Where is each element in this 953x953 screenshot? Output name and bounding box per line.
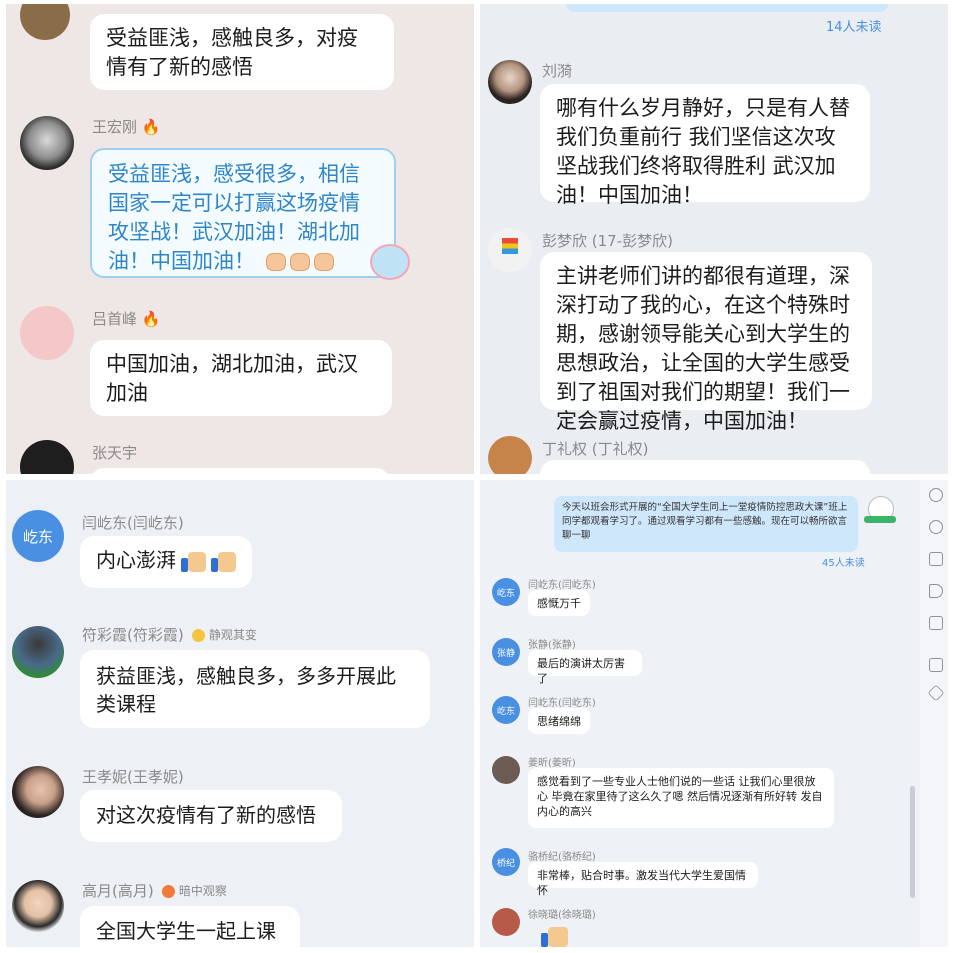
user-tag: 暗中观察	[178, 884, 227, 898]
message-bubble[interactable]: 主讲老师们讲的都很有道理，深深打动了我的心，在这个特殊时期，感谢领导能关心到大学…	[540, 252, 872, 433]
sender-name: 彭梦欣 (17-彭梦欣)	[542, 232, 673, 250]
message-bubble-highlighted[interactable]: 受益匪浅，感受很多，相信国家一定可以打赢这场疫情攻坚战！武汉加油！湖北加油！中国…	[90, 148, 396, 278]
sender-name: 符彩霞(符彩霞)	[82, 626, 184, 644]
avatar[interactable]	[20, 116, 74, 170]
sender-name: 王宏刚	[92, 118, 138, 136]
sender-name: 骆桥纪(骆桥纪)	[528, 852, 596, 863]
message-bubble[interactable]: 全国大学生一起上课	[80, 906, 300, 947]
fire-icon: 🔥	[141, 118, 161, 136]
user-tag: 静观其变	[208, 628, 257, 642]
sender-name: 姜昕(姜昕)	[528, 758, 576, 769]
sender-name: 张静(张静)	[528, 640, 576, 651]
avatar[interactable]	[20, 440, 74, 474]
avatar[interactable]: 屹东	[492, 696, 520, 724]
fist-emoji-icon	[265, 253, 286, 271]
avatar[interactable]	[12, 766, 64, 818]
chat-panel-1: 受益匪浅，感触良多，对疫情有了新的感悟 王宏刚 🔥 受益匪浅，感受很多，相信国家…	[6, 4, 474, 474]
add-user-icon[interactable]	[929, 488, 943, 502]
avatar[interactable]	[488, 436, 532, 474]
thumbs-up-icon	[181, 551, 206, 572]
chat-panel-4: 今天以班会形式开展的“全国大学生同上一堂疫情防控思政大课”班上同学都观看学习了。…	[480, 480, 948, 947]
sender-name: 闫屹东(闫屹东)	[528, 698, 596, 709]
chat-panel-3: 屹东 闫屹东(闫屹东) 内心澎湃 符彩霞(符彩霞) 静观其变 获益匪浅，感触良多…	[6, 480, 474, 947]
message-bubble[interactable]: 思绪绵绵	[528, 708, 590, 734]
message-bubble[interactable]: 非常棒，贴合时事。激发当代大学生爱国情怀	[528, 862, 758, 897]
chat-panel-2: 14人未读 刘漪 哪有什么岁月静好，只是有人替我们负重前行 我们坚信这次攻坚战我…	[480, 4, 948, 474]
avatar[interactable]: 桥纪	[492, 848, 520, 876]
sender-name: 张天宇	[92, 444, 138, 462]
thumbs-up-sticker	[540, 926, 570, 947]
side-toolbar	[920, 480, 948, 947]
message-bubble[interactable]: 最后的演讲太厉害了	[528, 650, 642, 685]
sender-name: 吕首峰	[92, 310, 138, 328]
message-bubble[interactable]: 感觉看到了一些专业人士他们说的一些话 让我们心里很放心 毕竟在家里待了这么久了嗯…	[528, 768, 834, 828]
add-box-icon[interactable]	[929, 658, 943, 672]
tv-icon[interactable]	[929, 616, 943, 630]
sender-name: 徐晓璐(徐晓璐)	[528, 910, 596, 921]
message-bubble[interactable]	[540, 460, 870, 474]
avatar[interactable]	[20, 4, 70, 40]
message-bubble[interactable]	[90, 468, 390, 474]
avatar[interactable]	[488, 228, 532, 272]
message-bubble[interactable]: 受益匪浅，感触良多，对疫情有了新的感悟	[90, 14, 394, 90]
avatar[interactable]	[12, 880, 64, 932]
message-bubble[interactable]: 对这次疫情有了新的感悟	[80, 790, 342, 842]
emoji-icon	[192, 629, 205, 642]
fire-icon: 🔥	[141, 310, 161, 328]
message-text: 内心澎湃	[96, 548, 176, 572]
bot-badge	[864, 516, 896, 523]
fist-emoji-icon	[313, 253, 334, 271]
avatar[interactable]: 屹东	[492, 578, 520, 606]
sender-name: 高月(高月)	[82, 882, 154, 900]
clock-icon[interactable]	[929, 520, 943, 534]
message-bubble[interactable]: 感慨万千	[528, 590, 590, 616]
own-message-bubble[interactable]	[566, 4, 888, 12]
sender-name: 丁礼权 (丁礼权)	[542, 440, 649, 458]
unread-count[interactable]: 14人未读	[826, 16, 882, 35]
avatar[interactable]: 屹东	[12, 510, 64, 562]
sender-name: 闫屹东(闫屹东)	[82, 514, 184, 532]
sender-name: 闫屹东(闫屹东)	[528, 580, 596, 591]
emoji-icon	[162, 885, 175, 898]
folder-icon[interactable]	[929, 552, 943, 566]
message-bubble[interactable]: 哪有什么岁月静好，只是有人替我们负重前行 我们坚信这次攻坚战我们终将取得胜利 武…	[540, 84, 870, 207]
message-bubble[interactable]: 中国加油，湖北加油，武汉加油	[90, 340, 392, 416]
avatar[interactable]	[492, 908, 520, 936]
message-bubble[interactable]: 获益匪浅，感触良多，多多开展此类课程	[80, 650, 430, 728]
megaphone-icon[interactable]	[929, 584, 943, 598]
avatar[interactable]: 张静	[492, 638, 520, 666]
sender-name: 王孝妮(王孝妮)	[82, 768, 184, 786]
avatar[interactable]	[20, 306, 74, 360]
sticker-icon	[370, 244, 410, 280]
app-logo-icon	[502, 238, 518, 254]
thumbs-up-icon	[211, 551, 236, 572]
sender-name: 刘漪	[542, 62, 573, 80]
message-bubble[interactable]: 内心澎湃	[80, 536, 252, 588]
scrollbar[interactable]	[910, 786, 915, 898]
unread-count[interactable]: 45人未读	[822, 554, 865, 569]
avatar[interactable]	[488, 60, 532, 104]
avatar[interactable]	[492, 756, 520, 784]
thumbs-up-icon	[541, 926, 568, 947]
avatar[interactable]	[12, 626, 64, 678]
fist-emoji-icon	[289, 253, 310, 271]
announcement-bubble[interactable]: 今天以班会形式开展的“全国大学生同上一堂疫情防控思政大课”班上同学都观看学习了。…	[554, 496, 858, 552]
